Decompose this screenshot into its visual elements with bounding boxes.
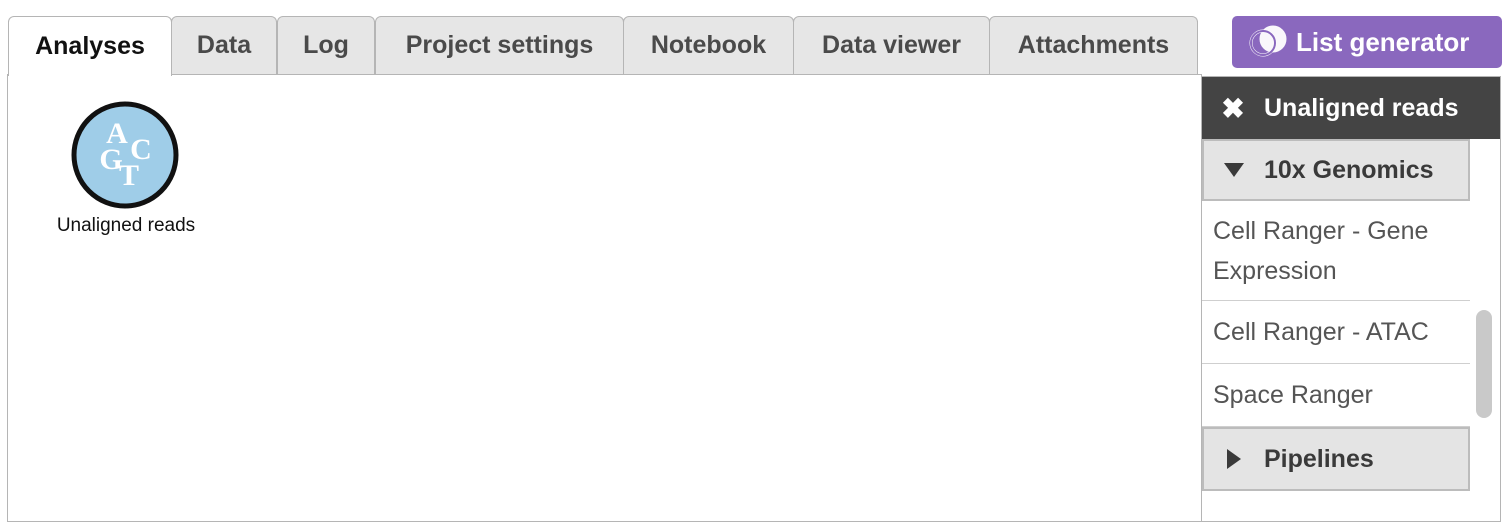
group-10x-genomics[interactable]: 10x Genomics <box>1202 139 1470 201</box>
caret-right-icon <box>1204 449 1264 469</box>
caret-down-icon <box>1204 163 1264 177</box>
tab-notebook[interactable]: Notebook <box>623 16 794 74</box>
tab-attachments[interactable]: Attachments <box>989 16 1198 74</box>
group-label: 10x Genomics <box>1264 155 1434 184</box>
sidebar-scrollbar[interactable] <box>1476 310 1492 418</box>
task-cell-ranger-gene-expression[interactable]: Cell Ranger - Gene Expression <box>1202 201 1470 301</box>
acgt-data-node-icon: A C G T <box>71 101 179 209</box>
letter-t: T <box>119 159 139 192</box>
venn-diagram-icon <box>1249 25 1287 57</box>
close-icon[interactable]: ✖ <box>1202 92 1264 125</box>
analyses-canvas: A C G T Unaligned reads <box>7 74 1202 522</box>
tab-analyses[interactable]: Analyses <box>8 16 172 76</box>
tab-data[interactable]: Data <box>171 16 277 74</box>
group-pipelines[interactable]: Pipelines <box>1202 427 1470 491</box>
task-space-ranger[interactable]: Space Ranger <box>1202 364 1470 427</box>
sidebar-title: Unaligned reads <box>1264 93 1459 122</box>
task-sidebar: ✖ Unaligned reads 10x Genomics Cell Rang… <box>1201 76 1501 522</box>
task-cell-ranger-atac[interactable]: Cell Ranger - ATAC <box>1202 301 1470 364</box>
tab-project-settings[interactable]: Project settings <box>375 16 624 74</box>
list-generator-label: List generator <box>1296 26 1470 57</box>
group-label: Pipelines <box>1264 444 1374 473</box>
sidebar-header: ✖ Unaligned reads <box>1202 77 1500 139</box>
tab-data-viewer[interactable]: Data viewer <box>793 16 990 74</box>
list-generator-button[interactable]: List generator <box>1232 16 1502 68</box>
tab-log[interactable]: Log <box>277 16 375 74</box>
data-node-label: Unaligned reads <box>56 215 196 236</box>
